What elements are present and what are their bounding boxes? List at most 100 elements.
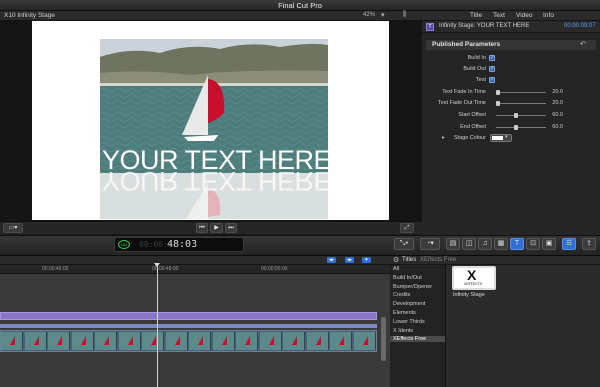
param-label-start-offset: Start Offset	[458, 112, 486, 118]
end-offset-value[interactable]: 60.0	[543, 124, 563, 130]
audio-track[interactable]	[0, 324, 377, 328]
generators-icon[interactable]: ⊡	[526, 238, 540, 250]
category-item[interactable]: Elements	[393, 310, 416, 316]
fade-in-value[interactable]: 20.0	[543, 89, 563, 95]
snapping-icon[interactable]: ◂▸	[327, 257, 336, 263]
viewer-options-icon[interactable]: ⫼	[403, 11, 406, 19]
timeline-scrollbar[interactable]	[381, 317, 386, 361]
previous-frame-button[interactable]: ⏮	[196, 223, 208, 233]
filmstrip-frame	[118, 332, 141, 350]
text-titles-icon[interactable]: T	[510, 238, 524, 250]
inspector-clip-title: Infinity Stage: YOUR TEXT HERE	[439, 23, 530, 29]
titles-category-list: All Build In/Out Bumper/Opener Credits Devel…	[390, 265, 446, 387]
sail-thumbnail-icon	[315, 336, 321, 345]
zoom-level[interactable]: 42%	[363, 12, 375, 18]
filmstrip-frame	[259, 332, 282, 350]
build-out-checkbox[interactable]: ✓	[489, 66, 495, 72]
start-offset-value[interactable]: 60.0	[543, 112, 563, 118]
enhance-icon[interactable]: ▤	[446, 238, 460, 250]
filmstrip-frame	[306, 332, 329, 350]
sail-thumbnail-icon	[362, 336, 368, 345]
text-checkbox[interactable]: ✓	[489, 77, 495, 83]
category-item[interactable]: Lower Thirds	[393, 319, 425, 325]
timeline-header: ◂▸ ◂▸ ✦	[0, 256, 390, 265]
stage-colour-menu-icon[interactable]: ▾	[505, 134, 508, 140]
timeline-ruler[interactable]: 00:00:46:00 00:00:48:00 00:00:50:00	[0, 265, 390, 274]
category-item[interactable]: Bumper/Opener	[393, 284, 432, 290]
xeffects-logo-text: XEFFECTS	[464, 282, 483, 286]
playhead[interactable]	[154, 263, 160, 387]
gear-icon[interactable]: ⚙	[393, 256, 399, 264]
published-parameters-header: Published Parameters ↶	[426, 40, 596, 50]
transform-menu-icon[interactable]: ◔▾	[420, 238, 440, 250]
inspector-duration: 00:00:09:07	[564, 23, 596, 29]
sail-thumbnail-icon	[127, 336, 133, 345]
filmstrip-frame	[142, 332, 164, 350]
zoom-menu-arrow[interactable]: ▾	[381, 11, 385, 19]
param-label-build-in: Build In	[467, 55, 486, 61]
music-browser-icon[interactable]: ♫	[478, 238, 492, 250]
sail-thumbnail-icon	[151, 336, 156, 345]
inspector-toggle-icon[interactable]: ☰	[562, 238, 576, 250]
themes-icon[interactable]: ▣	[542, 238, 556, 250]
title-text-reflection: YOUR TEXT HERE	[102, 166, 328, 196]
filmstrip-frame	[48, 332, 70, 350]
sail-thumbnail-icon	[104, 336, 109, 345]
play-button[interactable]: ▶	[210, 223, 223, 233]
photos-browser-icon[interactable]: ◫	[462, 238, 476, 250]
dashboard-timecode[interactable]: 100 00:00: 48:03	[114, 237, 244, 252]
end-offset-slider-knob[interactable]	[514, 125, 519, 130]
param-label-fade-out: Text Fade Out Time	[438, 100, 486, 106]
title-clip[interactable]	[0, 312, 377, 320]
fade-in-slider-knob[interactable]	[496, 90, 500, 95]
infinity-stage-thumbnail[interactable]: X XEFFECTS	[452, 266, 496, 290]
tab-title[interactable]: Title	[470, 12, 482, 19]
audio-skimming-icon[interactable]: ◂▸	[345, 257, 354, 263]
browser-title: Titles	[402, 257, 417, 263]
next-frame-button[interactable]: ⏭	[225, 223, 237, 233]
tool-select-icon[interactable]: ⤡▾	[394, 238, 414, 250]
param-label-text: Text	[475, 77, 486, 83]
fade-out-slider-knob[interactable]	[496, 101, 500, 106]
viewer-video-frame: YOUR TEXT HERE YOUR TEXT HERE	[100, 39, 328, 219]
start-offset-slider[interactable]	[496, 113, 546, 118]
tab-text[interactable]: Text	[493, 12, 505, 19]
category-item[interactable]: All	[393, 266, 399, 272]
stage-colour-well[interactable]: ▾	[490, 134, 512, 142]
build-in-checkbox[interactable]: ✓	[489, 55, 495, 61]
browser-subtitle: XEffects Free	[420, 257, 457, 263]
sail-thumbnail-icon	[245, 336, 250, 345]
filmstrip-frame	[1, 332, 23, 350]
param-label-build-out: Build Out	[463, 66, 486, 72]
tab-video[interactable]: Video	[516, 12, 533, 19]
sail-thumbnail-icon	[268, 336, 274, 345]
viewer-view-menu-icon[interactable]: ▭▾	[3, 223, 23, 233]
category-item[interactable]: Build In/Out	[393, 275, 422, 281]
category-item[interactable]: X Idents	[393, 328, 413, 334]
reset-icon[interactable]: ↶	[580, 40, 586, 48]
end-offset-slider[interactable]	[496, 125, 546, 130]
category-item[interactable]: Credits	[393, 292, 410, 298]
fade-in-slider[interactable]	[496, 90, 546, 95]
sail-thumbnail-icon	[57, 336, 62, 345]
tab-info[interactable]: Info	[543, 12, 554, 19]
sail-thumbnail-icon	[198, 336, 203, 345]
share-icon[interactable]: ⇪	[582, 238, 596, 250]
sail-thumbnail-icon	[221, 336, 227, 345]
fullscreen-icon[interactable]: ⤢	[400, 223, 414, 233]
fade-out-slider[interactable]	[496, 101, 546, 106]
sail-thumbnail-icon	[292, 336, 297, 345]
playhead-handle-icon[interactable]	[154, 263, 160, 267]
category-item[interactable]: XEffects Free	[390, 336, 445, 343]
fade-out-value[interactable]: 20.0	[543, 100, 563, 106]
titles-browser-icon[interactable]: ▦	[494, 238, 508, 250]
filmstrip-frame	[212, 332, 235, 350]
timecode-value: 48:03	[167, 239, 198, 250]
category-item[interactable]: Development	[393, 301, 425, 307]
start-offset-slider-knob[interactable]	[514, 113, 519, 118]
solo-icon[interactable]: ✦	[362, 257, 371, 263]
xeffects-logo-icon: X	[467, 267, 477, 283]
param-label-fade-in: Text Fade In Time	[442, 89, 486, 95]
video-clip[interactable]	[0, 330, 377, 352]
title-clip-icon: T	[426, 23, 434, 31]
